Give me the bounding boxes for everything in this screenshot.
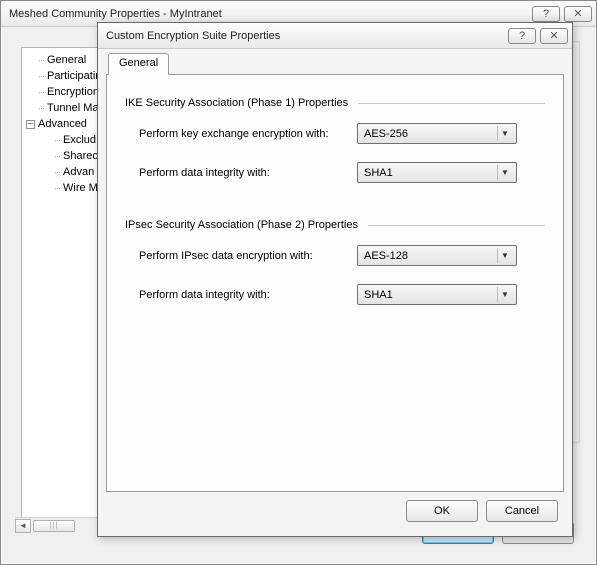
phase1-row-integrity: Perform data integrity with: SHA1 ▼ [139,162,545,183]
child-title: Custom Encryption Suite Properties [106,30,280,42]
tree-dash-icon: ··· [38,52,44,68]
close-icon: ✕ [549,29,558,42]
chevron-down-icon: ▼ [497,287,512,302]
select-value: SHA1 [364,289,393,301]
child-dialog: Custom Encryption Suite Properties ? ✕ G… [97,22,573,537]
child-close-button[interactable]: ✕ [540,28,568,44]
tree-dash-icon: ··· [38,100,44,116]
phase1-section-title: IKE Security Association (Phase 1) Prope… [125,97,545,109]
divider-line [358,103,545,104]
child-titlebar: Custom Encryption Suite Properties ? ✕ [98,23,572,49]
child-ok-button[interactable]: OK [406,500,478,522]
child-body: General IKE Security Association (Phase … [106,53,564,528]
tree-dash-icon: ··· [38,84,44,100]
select-value: AES-128 [364,250,408,262]
tree-dash-icon: ··· [54,132,60,148]
help-icon: ? [519,30,525,42]
phase2-encryption-label: Perform IPsec data encryption with: [139,250,357,262]
phase2-section-title: IPsec Security Association (Phase 2) Pro… [125,219,545,231]
scroll-thumb[interactable]: ||| [33,520,75,532]
chevron-down-icon: ▼ [497,165,512,180]
child-cancel-button[interactable]: Cancel [486,500,558,522]
phase2-row-encryption: Perform IPsec data encryption with: AES-… [139,245,545,266]
phase2-row-integrity: Perform data integrity with: SHA1 ▼ [139,284,545,305]
tree-collapse-icon[interactable]: − [26,120,35,129]
phase1-integrity-select[interactable]: SHA1 ▼ [357,162,517,183]
phase1-row-encryption: Perform key exchange encryption with: AE… [139,123,545,144]
scroll-left-icon[interactable]: ◄ [15,519,31,533]
divider-line [368,225,545,226]
tree-dash-icon: ··· [54,164,60,180]
help-icon: ? [543,8,549,20]
tree-dash-icon: ··· [54,180,60,196]
parent-close-button[interactable]: ✕ [564,6,592,22]
phase2-integrity-label: Perform data integrity with: [139,289,357,301]
phase2-integrity-select[interactable]: SHA1 ▼ [357,284,517,305]
close-icon: ✕ [573,7,582,20]
phase1-integrity-label: Perform data integrity with: [139,167,357,179]
chevron-down-icon: ▼ [497,248,512,263]
child-button-row: OK Cancel [406,500,558,522]
tabstrip: General [106,53,564,75]
parent-help-button[interactable]: ? [532,6,560,22]
phase2-encryption-select[interactable]: AES-128 ▼ [357,245,517,266]
phase1-encryption-label: Perform key exchange encryption with: [139,128,357,140]
chevron-down-icon: ▼ [497,126,512,141]
child-help-button[interactable]: ? [508,28,536,44]
tree-dash-icon: ··· [54,148,60,164]
tab-panel-general: IKE Security Association (Phase 1) Prope… [106,74,564,492]
tab-general[interactable]: General [108,53,169,75]
select-value: AES-256 [364,128,408,140]
select-value: SHA1 [364,167,393,179]
parent-title: Meshed Community Properties - MyIntranet [9,8,222,20]
tree-dash-icon: ··· [38,68,44,84]
phase1-encryption-select[interactable]: AES-256 ▼ [357,123,517,144]
